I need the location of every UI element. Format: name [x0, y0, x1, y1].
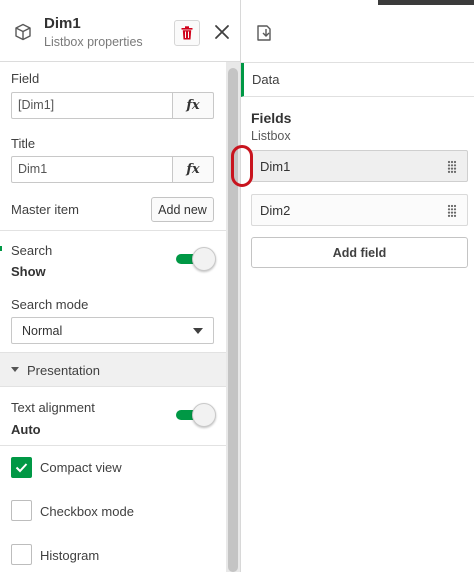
fields-subtitle: Listbox — [251, 129, 291, 143]
caret-down-icon — [193, 328, 203, 334]
tab-data[interactable]: Data — [241, 63, 474, 97]
presentation-section-header[interactable]: Presentation — [0, 352, 226, 387]
panel-title: Dim1 — [44, 15, 81, 32]
search-toggle[interactable] — [176, 247, 216, 271]
add-new-master-item-button[interactable]: Add new — [151, 197, 214, 222]
histogram-checkbox[interactable] — [11, 544, 32, 565]
close-button[interactable] — [210, 20, 234, 44]
trash-icon — [181, 26, 193, 40]
compact-view-checkbox[interactable] — [11, 457, 32, 478]
text-alignment-value: Auto — [11, 422, 41, 437]
checkbox-mode-label: Checkbox mode — [40, 504, 134, 519]
search-mode-label: Search mode — [11, 297, 89, 312]
text-alignment-label: Text alignment — [11, 400, 95, 415]
master-item-label: Master item — [11, 202, 79, 217]
checkbox-mode-checkbox[interactable] — [11, 500, 32, 521]
fields-title: Fields — [251, 110, 292, 126]
title-expression-button[interactable]: fx — [172, 156, 214, 183]
panel-header: Dim1 Listbox properties — [0, 0, 241, 62]
field-item-dim2[interactable]: Dim2 — [251, 194, 468, 226]
panel-subtitle: Listbox properties — [44, 35, 143, 49]
field-item-dim1[interactable]: Dim1 — [251, 150, 468, 182]
histogram-label: Histogram — [40, 548, 100, 563]
text-alignment-toggle[interactable] — [176, 403, 216, 427]
add-field-button[interactable]: Add field — [251, 237, 468, 268]
properties-panel: Dim1 Listbox properties Field [Dim1] fx … — [0, 0, 241, 572]
drag-handle-icon[interactable] — [447, 160, 457, 174]
divider — [0, 445, 226, 446]
field-expression-button[interactable]: fx — [172, 92, 214, 119]
field-item-name: Dim1 — [260, 159, 291, 174]
field-input[interactable]: [Dim1] — [11, 92, 173, 119]
cube-icon — [15, 23, 31, 41]
title-label: Title — [11, 136, 36, 151]
divider — [0, 230, 226, 231]
search-value: Show — [11, 264, 46, 279]
compact-view-label: Compact view — [40, 460, 122, 475]
caret-down-icon — [11, 367, 19, 372]
text-alignment-toggle-knob — [192, 403, 216, 427]
search-mode-select[interactable]: Normal — [11, 317, 214, 344]
search-toggle-knob — [192, 247, 216, 271]
checkmark-icon — [15, 463, 28, 473]
highlight-annotation — [231, 145, 253, 187]
field-item-name: Dim2 — [260, 203, 291, 218]
presentation-section-title: Presentation — [27, 363, 100, 378]
accent-marker — [0, 246, 2, 251]
delete-button[interactable] — [174, 20, 200, 46]
drag-handle-icon[interactable] — [447, 204, 457, 218]
search-label: Search — [11, 243, 53, 258]
close-icon — [215, 25, 229, 39]
tab-data-label: Data — [252, 72, 280, 87]
data-properties-icon[interactable] — [255, 24, 273, 42]
top-bar-edge — [378, 0, 474, 5]
field-label: Field — [11, 71, 40, 86]
scrollbar-thumb[interactable] — [228, 68, 238, 572]
search-mode-selected: Normal — [22, 324, 63, 338]
title-input[interactable]: Dim1 — [11, 156, 173, 183]
